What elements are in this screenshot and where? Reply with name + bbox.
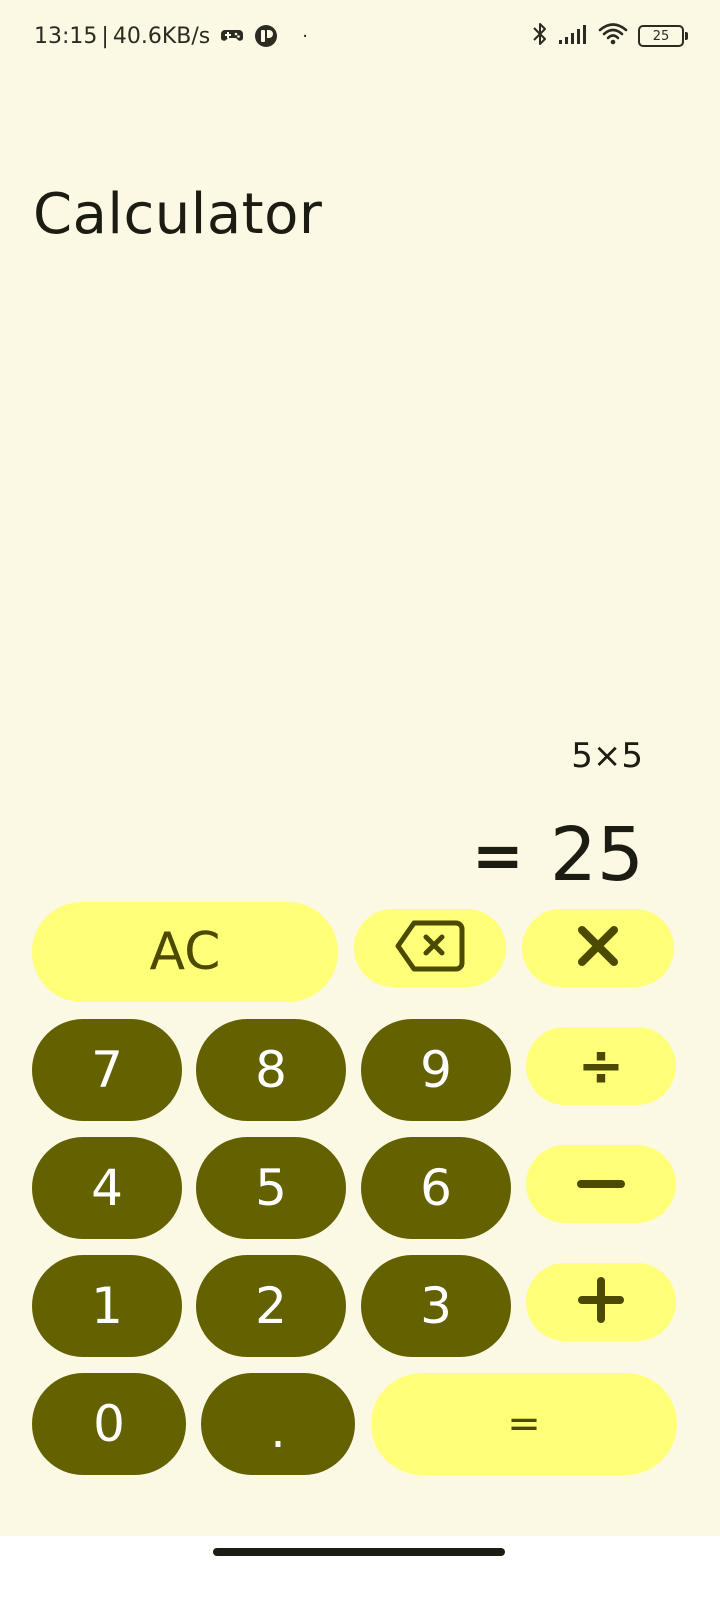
multiply-button[interactable]	[522, 909, 674, 987]
subtract-button[interactable]	[526, 1145, 676, 1223]
add-button[interactable]	[526, 1263, 676, 1341]
minus-icon	[575, 1175, 627, 1194]
digit-3-button[interactable]: 3	[361, 1255, 511, 1357]
battery-level: 25	[652, 28, 670, 44]
divide-label: ÷	[577, 1033, 625, 1099]
digit-8-label: 8	[255, 1041, 287, 1099]
bluetooth-icon	[532, 21, 548, 51]
digit-2-label: 2	[255, 1277, 287, 1335]
digit-4-button[interactable]: 4	[32, 1137, 182, 1239]
signal-icon	[558, 23, 588, 49]
status-bar: 13:15 | 40.6KB/s · 25	[0, 0, 720, 72]
navigation-bar	[0, 1536, 720, 1600]
equals-button[interactable]: =	[371, 1373, 677, 1475]
backspace-button[interactable]	[354, 909, 506, 987]
expression-display: 5×5	[571, 736, 643, 776]
divide-button[interactable]: ÷	[526, 1027, 676, 1105]
multiply-icon	[576, 924, 620, 972]
digit-8-button[interactable]: 8	[196, 1019, 346, 1121]
plus-icon	[576, 1275, 626, 1329]
digit-1-label: 1	[91, 1277, 123, 1335]
clear-label: AC	[149, 922, 221, 982]
decimal-button[interactable]: .	[201, 1373, 355, 1475]
result-equals-sign: =	[471, 818, 524, 892]
gamepad-icon	[220, 26, 244, 46]
page-title: Calculator	[33, 182, 323, 247]
status-separator: |	[101, 23, 109, 49]
digit-3-label: 3	[420, 1277, 452, 1335]
status-time: 13:15	[34, 23, 98, 49]
digit-7-label: 7	[91, 1041, 123, 1099]
digit-1-button[interactable]: 1	[32, 1255, 182, 1357]
digit-7-button[interactable]: 7	[32, 1019, 182, 1121]
digit-9-button[interactable]: 9	[361, 1019, 511, 1121]
wifi-icon	[598, 22, 628, 50]
clear-button[interactable]: AC	[32, 902, 338, 1002]
result-display: = 25	[472, 812, 644, 898]
equals-label: =	[507, 1401, 541, 1447]
home-indicator[interactable]	[213, 1548, 505, 1556]
app-icon	[254, 24, 278, 48]
digit-6-button[interactable]: 6	[361, 1137, 511, 1239]
digit-5-label: 5	[255, 1159, 287, 1217]
digit-9-label: 9	[420, 1041, 452, 1099]
digit-6-label: 6	[420, 1159, 452, 1217]
notification-dot: ·	[302, 25, 308, 47]
result-value: 25	[549, 812, 644, 898]
decimal-label: .	[270, 1403, 286, 1459]
backspace-icon	[394, 917, 466, 979]
status-right: 25	[532, 18, 688, 54]
digit-4-label: 4	[91, 1159, 123, 1217]
status-left: 13:15 | 40.6KB/s ·	[34, 18, 308, 54]
digit-5-button[interactable]: 5	[196, 1137, 346, 1239]
network-speed: 40.6KB/s	[112, 23, 211, 49]
digit-0-label: 0	[93, 1395, 125, 1453]
digit-2-button[interactable]: 2	[196, 1255, 346, 1357]
battery-icon: 25	[638, 25, 688, 47]
digit-0-button[interactable]: 0	[32, 1373, 186, 1475]
